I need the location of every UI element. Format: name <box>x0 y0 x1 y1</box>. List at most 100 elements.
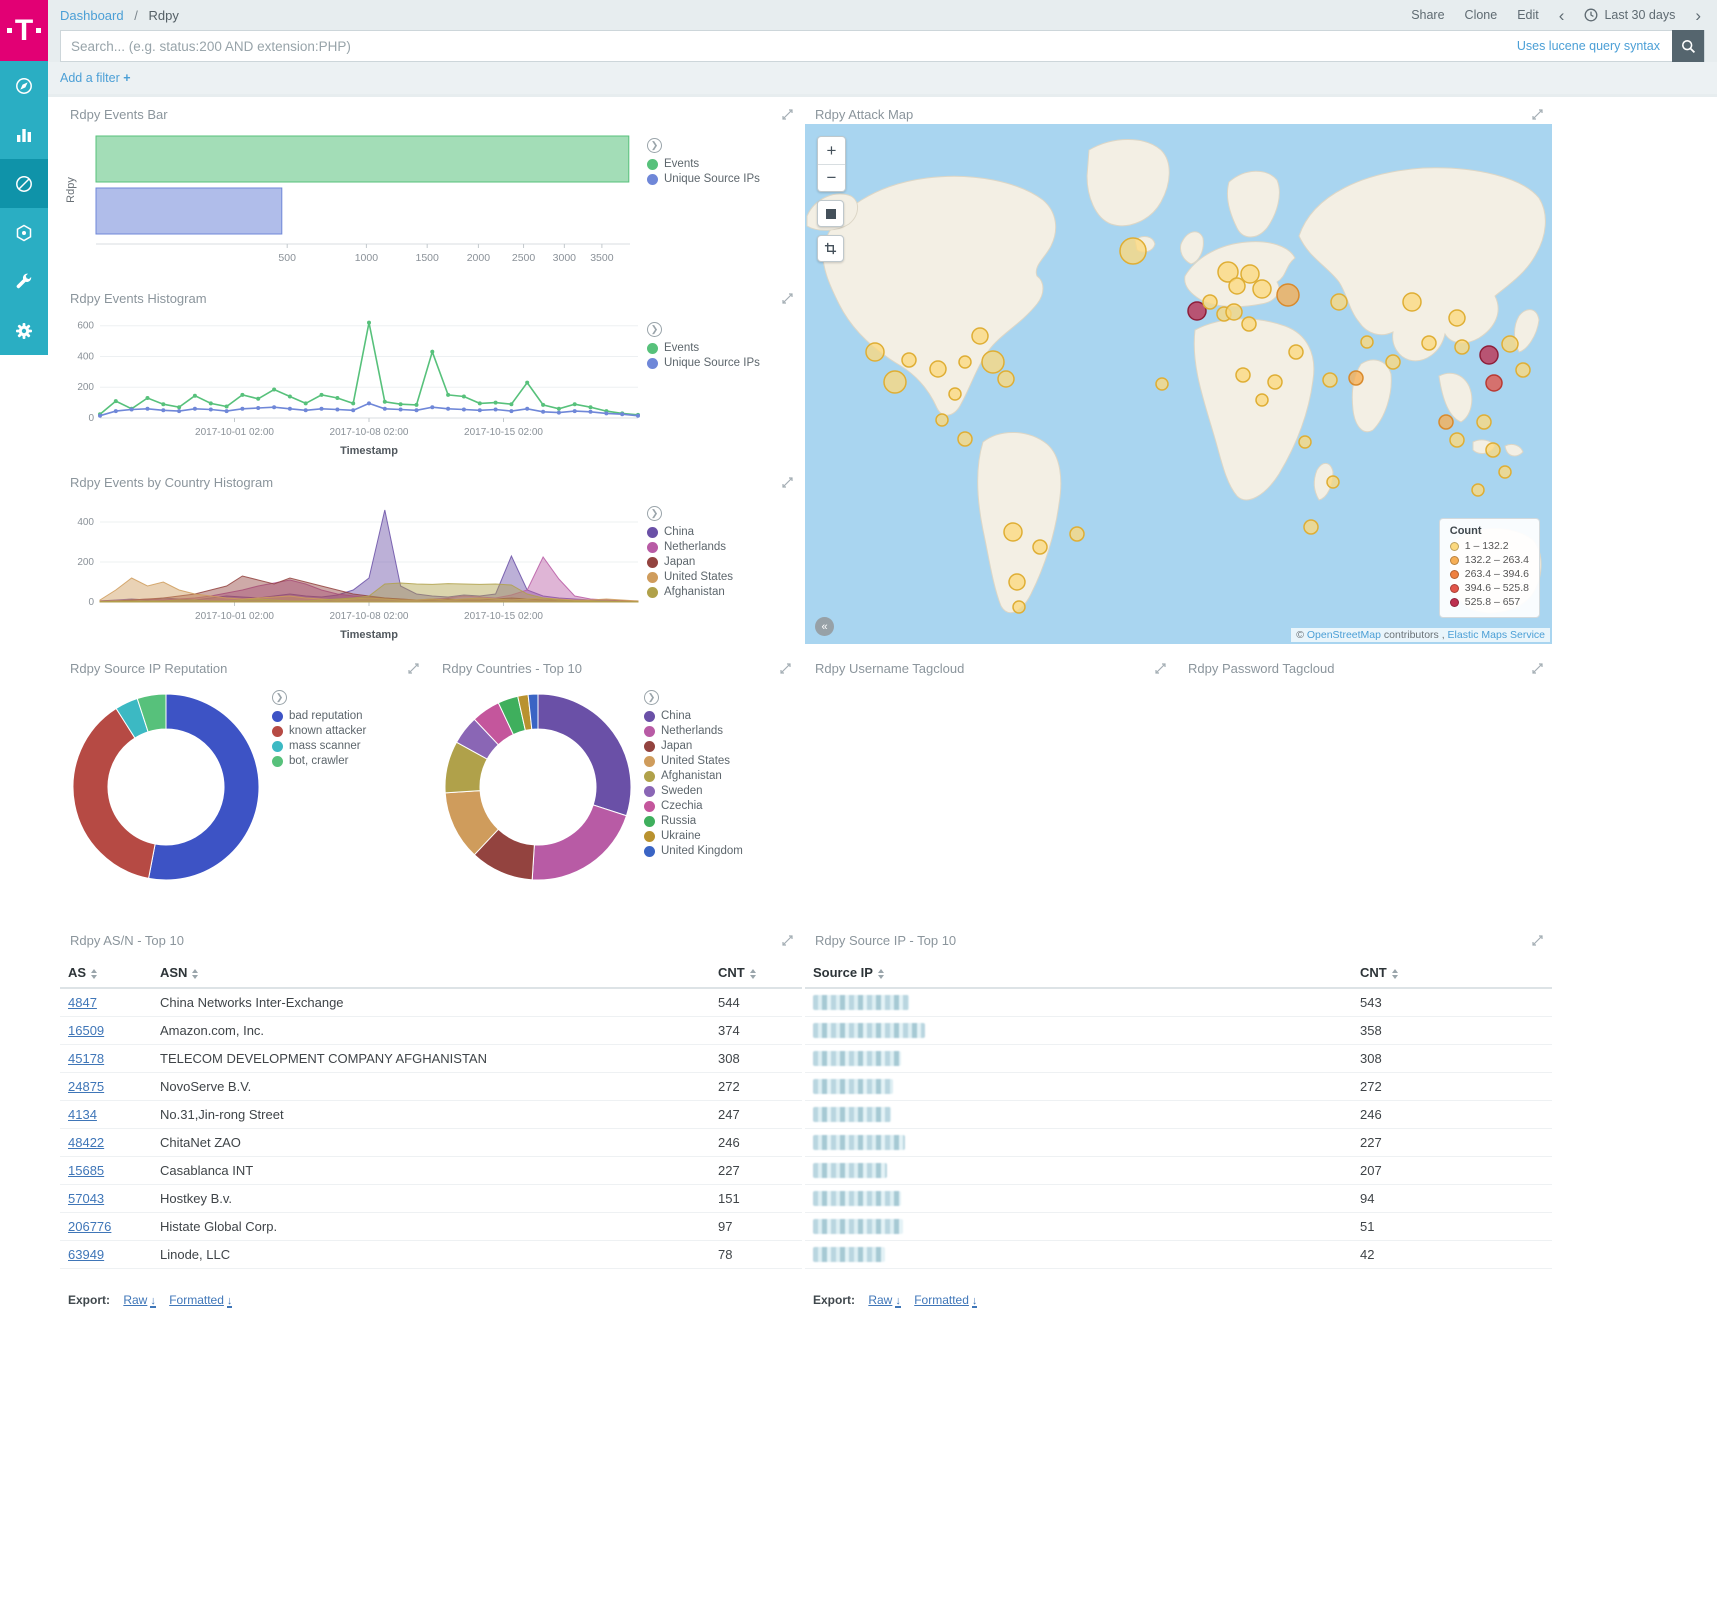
as-number-link[interactable]: 4847 <box>68 995 97 1010</box>
country-area-chart[interactable]: 02004002017-10-01 02:002017-10-08 02:002… <box>62 492 647 642</box>
export-formatted-link[interactable]: Formatted↓ <box>914 1293 977 1307</box>
legend-item[interactable]: bot, crawler <box>272 755 412 767</box>
attack-marker[interactable] <box>1241 265 1259 283</box>
attack-marker[interactable] <box>1242 317 1256 331</box>
attack-marker[interactable] <box>1486 375 1502 391</box>
export-raw-link[interactable]: Raw↓ <box>868 1293 901 1307</box>
legend-toggle-icon[interactable]: ❯ <box>272 690 287 705</box>
attack-marker[interactable] <box>1070 527 1084 541</box>
attack-marker[interactable] <box>1499 466 1511 478</box>
attack-marker[interactable] <box>1516 363 1530 377</box>
attack-marker[interactable] <box>1422 336 1436 350</box>
legend-item[interactable]: Events <box>647 342 793 354</box>
legend-item[interactable]: Events <box>647 158 793 170</box>
attack-marker[interactable] <box>1013 601 1025 613</box>
events-bar-chart[interactable]: Rdpy500100015002000250030003500 <box>62 124 647 272</box>
expand-icon[interactable] <box>782 108 793 123</box>
sidebar-item-dev-tools[interactable] <box>0 257 48 306</box>
as-number-link[interactable]: 16509 <box>68 1023 104 1038</box>
legend-item[interactable]: Russia <box>644 815 784 827</box>
as-number-link[interactable]: 48422 <box>68 1135 104 1150</box>
map-zoom-out-button[interactable]: − <box>818 164 845 191</box>
attack-marker[interactable] <box>959 356 971 368</box>
as-number-link[interactable]: 63949 <box>68 1247 104 1262</box>
attack-marker[interactable] <box>982 351 1004 373</box>
expand-icon[interactable] <box>1532 108 1543 123</box>
sidebar-item-discover[interactable] <box>0 61 48 110</box>
map-fit-button[interactable] <box>817 200 844 227</box>
attack-marker[interactable] <box>902 353 916 367</box>
attack-marker[interactable] <box>1361 336 1373 348</box>
sidebar-item-dashboard[interactable] <box>0 159 48 208</box>
legend-toggle-icon[interactable]: ❯ <box>647 138 662 153</box>
attack-marker[interactable] <box>1455 340 1469 354</box>
legend-toggle-icon[interactable]: ❯ <box>647 506 662 521</box>
attack-marker[interactable] <box>866 343 884 361</box>
column-header-source-ip[interactable]: Source IP <box>805 958 1352 988</box>
map-zoom-in-button[interactable]: + <box>818 137 845 164</box>
column-header-cnt[interactable]: CNT <box>1352 958 1552 988</box>
attack-marker[interactable] <box>1304 520 1318 534</box>
countries-donut-chart[interactable] <box>434 680 644 894</box>
elastic-maps-link[interactable]: Elastic Maps Service <box>1448 629 1545 641</box>
attack-marker[interactable] <box>1256 394 1268 406</box>
legend-item[interactable]: United States <box>644 755 784 767</box>
legend-item[interactable]: bad reputation <box>272 710 412 722</box>
share-button[interactable]: Share <box>1411 8 1444 22</box>
as-number-link[interactable]: 45178 <box>68 1051 104 1066</box>
attack-marker[interactable] <box>1403 293 1421 311</box>
lucene-syntax-link[interactable]: Uses lucene query syntax <box>1517 39 1660 53</box>
legend-item[interactable]: mass scanner <box>272 740 412 752</box>
legend-item[interactable]: Afghanistan <box>647 586 793 598</box>
legend-item[interactable]: Unique Source IPs <box>647 357 793 369</box>
legend-item[interactable]: Afghanistan <box>644 770 784 782</box>
legend-item[interactable]: Czechia <box>644 800 784 812</box>
attack-marker[interactable] <box>1299 436 1311 448</box>
attack-marker[interactable] <box>1386 355 1400 369</box>
attack-marker[interactable] <box>1009 574 1025 590</box>
breadcrumb-dashboard-link[interactable]: Dashboard <box>60 8 124 23</box>
map-draw-rect-button[interactable] <box>817 235 844 262</box>
as-number-link[interactable]: 24875 <box>68 1079 104 1094</box>
expand-icon[interactable] <box>1532 934 1543 949</box>
legend-item[interactable]: Unique Source IPs <box>647 173 793 185</box>
sidebar-item-management[interactable] <box>0 306 48 355</box>
events-line-chart[interactable]: 02004006002017-10-01 02:002017-10-08 02:… <box>62 308 647 458</box>
legend-item[interactable]: Ukraine <box>644 830 784 842</box>
attack-marker[interactable] <box>998 371 1014 387</box>
attack-marker[interactable] <box>1033 540 1047 554</box>
attack-marker[interactable] <box>1349 371 1363 385</box>
expand-icon[interactable] <box>780 662 791 677</box>
export-raw-link[interactable]: Raw↓ <box>123 1293 156 1307</box>
openstreetmap-link[interactable]: OpenStreetMap <box>1307 629 1381 641</box>
time-forward-button[interactable]: › <box>1695 7 1701 24</box>
search-input[interactable] <box>61 39 1517 54</box>
attack-marker[interactable] <box>1253 280 1271 298</box>
attack-marker[interactable] <box>1203 295 1217 309</box>
attack-marker[interactable] <box>1277 284 1299 306</box>
attack-marker[interactable] <box>1449 310 1465 326</box>
attack-marker[interactable] <box>1156 378 1168 390</box>
legend-item[interactable]: United Kingdom <box>644 845 784 857</box>
attack-marker[interactable] <box>1323 373 1337 387</box>
attack-marker[interactable] <box>1331 294 1347 310</box>
attack-marker[interactable] <box>1472 484 1484 496</box>
expand-icon[interactable] <box>782 934 793 949</box>
attack-marker[interactable] <box>930 361 946 377</box>
attack-marker[interactable] <box>1480 346 1498 364</box>
attack-marker[interactable] <box>1229 278 1245 294</box>
time-range-picker[interactable]: Last 30 days <box>1584 8 1675 22</box>
time-back-button[interactable]: ‹ <box>1559 7 1565 24</box>
edit-button[interactable]: Edit <box>1517 8 1539 22</box>
attack-marker[interactable] <box>1004 523 1022 541</box>
legend-item[interactable]: Sweden <box>644 785 784 797</box>
add-filter-link[interactable]: Add a filter + <box>60 71 131 85</box>
legend-toggle-icon[interactable]: ❯ <box>644 690 659 705</box>
attack-marker[interactable] <box>1236 368 1250 382</box>
attack-marker[interactable] <box>1486 443 1500 457</box>
column-header-as[interactable]: AS <box>60 958 152 988</box>
sidebar-item-honeypot[interactable] <box>0 208 48 257</box>
as-number-link[interactable]: 206776 <box>68 1219 111 1234</box>
attack-marker[interactable] <box>958 432 972 446</box>
sidebar-item-visualize[interactable] <box>0 110 48 159</box>
